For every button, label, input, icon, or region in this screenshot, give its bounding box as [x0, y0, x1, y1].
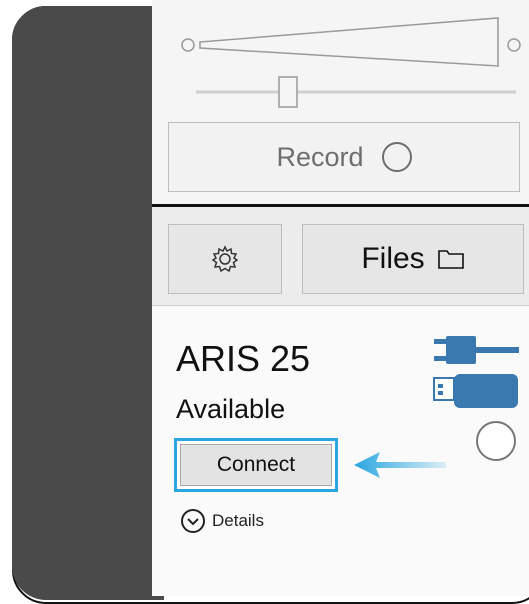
details-label: Details	[212, 511, 264, 530]
chevron-down-circle-icon	[181, 509, 205, 533]
record-button[interactable]: Record	[168, 122, 520, 192]
folder-icon	[437, 250, 464, 269]
connect-button-label: Connect	[180, 444, 332, 486]
settings-button[interactable]	[168, 224, 282, 294]
status-indicator-icon	[476, 421, 516, 461]
connect-button[interactable]: Connect	[174, 438, 338, 492]
record-button-label: Record	[276, 141, 364, 172]
left-panel	[12, 6, 164, 600]
volume-slider[interactable]	[181, 17, 521, 67]
slider-thumb[interactable]	[278, 76, 298, 108]
plug-icon	[434, 336, 519, 364]
files-button[interactable]: Files	[302, 224, 524, 294]
slider-controls	[181, 17, 521, 108]
device-status: Available	[176, 394, 286, 424]
connection-icons	[433, 336, 519, 408]
device-name: ARIS 25	[176, 338, 311, 379]
usb-icon	[433, 374, 518, 408]
files-button-label: Files	[361, 242, 425, 275]
gear-icon	[211, 245, 239, 273]
record-circle-icon	[381, 142, 412, 172]
details-toggle[interactable]: Details	[180, 508, 264, 534]
position-slider[interactable]	[196, 76, 516, 108]
pointer-arrow-icon	[354, 452, 446, 478]
